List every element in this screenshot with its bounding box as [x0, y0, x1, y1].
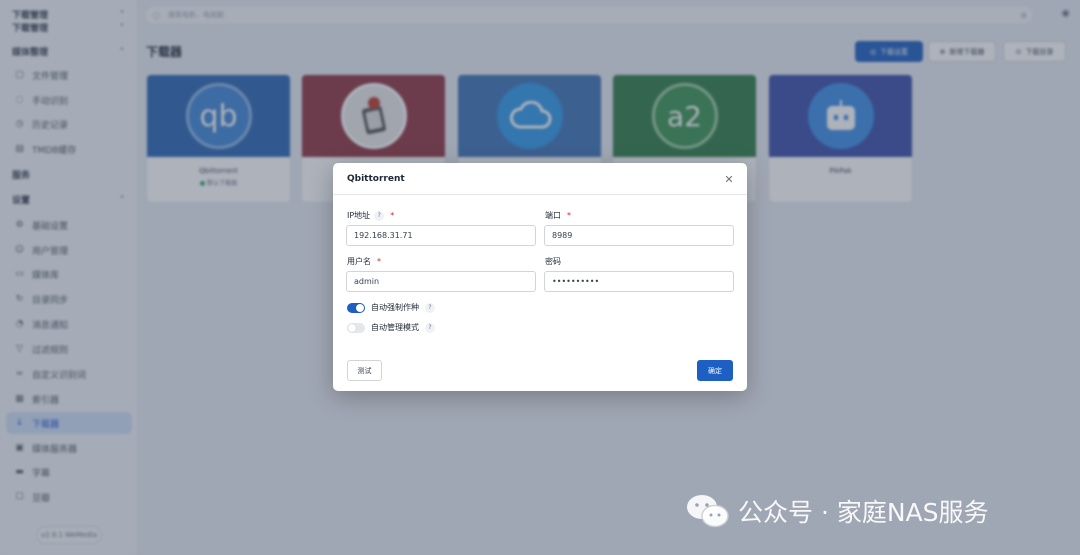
switch-label: 自动强制作种	[371, 303, 419, 312]
switch-label: 自动管理模式	[371, 323, 419, 332]
wechat-icon	[687, 495, 729, 528]
dialog-title: Qbittorrent	[347, 173, 405, 184]
auto-manage-mode-row: 自动管理模式 ?	[347, 322, 435, 333]
help-icon[interactable]: ?	[425, 322, 435, 333]
port-label: 端口 *	[545, 211, 571, 220]
username-input[interactable]	[346, 271, 536, 292]
password-label: 密码	[545, 257, 561, 266]
ip-input[interactable]	[346, 225, 536, 246]
auto-manage-mode-toggle[interactable]	[347, 322, 365, 333]
watermark-text: 公众号 · 家庭NAS服务	[738, 498, 989, 527]
username-label: 用户名 *	[347, 257, 381, 266]
auto-force-seed-row: 自动强制作种 ?	[347, 302, 435, 313]
watermark: 公众号 · 家庭NAS服务	[686, 493, 989, 529]
port-input[interactable]	[544, 225, 734, 246]
required-mark: *	[567, 211, 571, 220]
dialog-header: Qbittorrent	[333, 163, 747, 195]
ip-label: IP地址 ? *	[347, 210, 395, 221]
close-icon[interactable]: ✕	[722, 172, 736, 186]
required-mark: *	[377, 257, 381, 266]
help-icon[interactable]: ?	[425, 302, 435, 313]
test-button[interactable]: 测试	[347, 360, 382, 381]
downloader-config-dialog: Qbittorrent ✕ IP地址 ? * 端口 * 用户名 * 密码 自动强…	[333, 163, 747, 391]
auto-force-seed-toggle[interactable]	[347, 302, 365, 313]
required-mark: *	[390, 211, 395, 220]
confirm-button[interactable]: 确定	[697, 360, 733, 381]
password-input[interactable]	[544, 271, 734, 292]
help-icon[interactable]: ?	[374, 210, 385, 221]
